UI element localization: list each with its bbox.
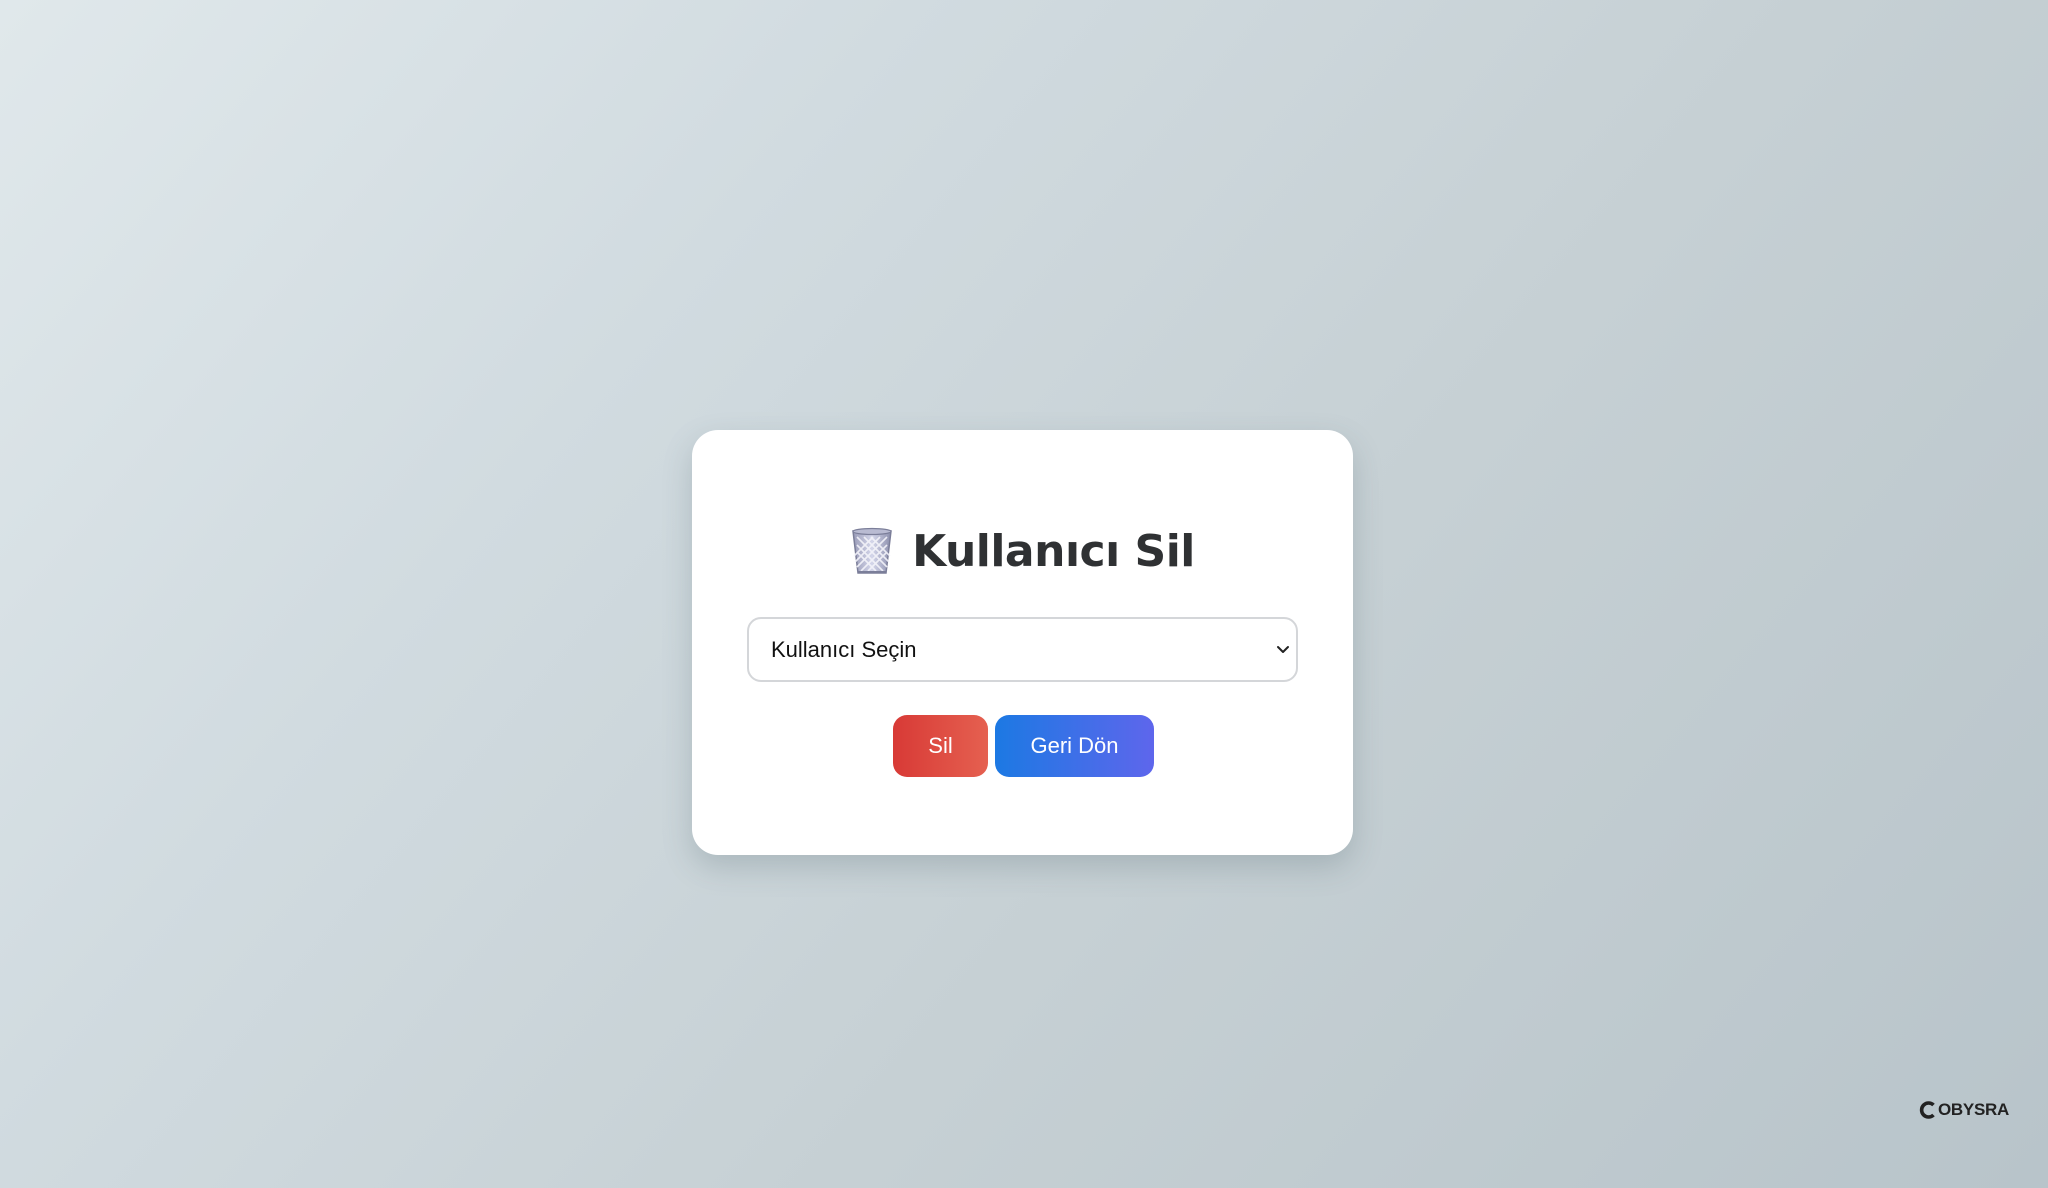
wastebasket-icon xyxy=(850,527,894,575)
back-button[interactable]: Geri Dön xyxy=(995,715,1154,777)
title-row: Kullanıcı Sil xyxy=(692,516,1353,586)
user-select-value: Kullanıcı Seçin xyxy=(771,636,917,662)
cobysra-logo-icon xyxy=(1919,1100,1937,1120)
delete-button[interactable]: Sil xyxy=(893,715,988,777)
user-select[interactable]: Kullanıcı Seçin xyxy=(747,617,1298,682)
brand-watermark: OBYSRA xyxy=(1919,1100,2009,1120)
chevron-down-icon[interactable] xyxy=(1275,641,1291,657)
delete-user-card: Kullanıcı Sil Kullanıcı Seçin Sil Geri D… xyxy=(692,430,1353,855)
action-buttons: Sil Geri Dön xyxy=(692,715,1353,777)
page-title: Kullanıcı Sil xyxy=(912,525,1195,577)
brand-text: OBYSRA xyxy=(1938,1100,2009,1119)
